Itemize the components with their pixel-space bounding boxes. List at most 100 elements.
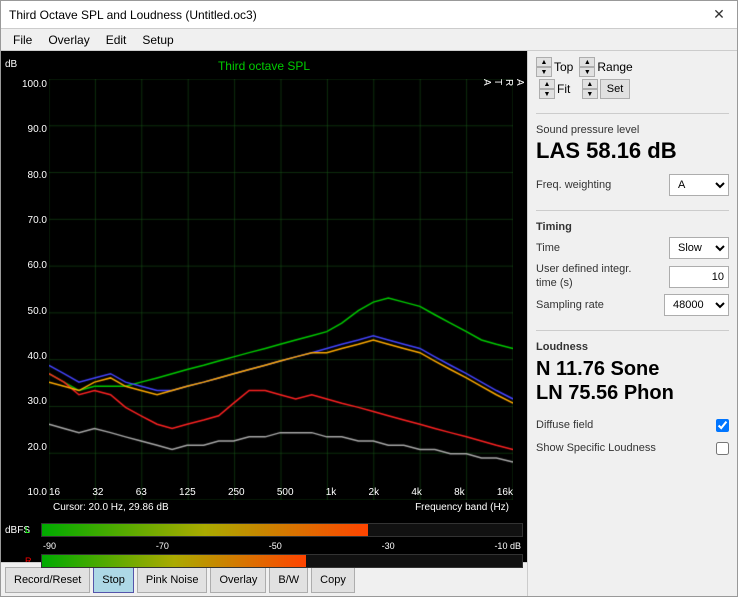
chart-canvas xyxy=(49,79,513,500)
main-content: Third octave SPL dB ARTA 100.0 90.0 80.0… xyxy=(1,51,737,596)
divider-2 xyxy=(536,210,729,211)
sampling-rate-row: Sampling rate 48000 xyxy=(536,294,729,316)
fit-down-button[interactable]: ▼ xyxy=(539,89,555,99)
timing-label: Timing xyxy=(536,221,729,233)
menu-setup[interactable]: Setup xyxy=(134,31,181,48)
arta-label: ARTA xyxy=(481,79,525,86)
show-specific-row: Show Specific Loudness xyxy=(536,442,729,455)
loudness-ln-value: LN 75.56 Phon xyxy=(536,381,729,405)
copy-button[interactable]: Copy xyxy=(311,567,355,593)
y-tick-30: 30.0 xyxy=(3,396,47,407)
x-tick-32: 32 xyxy=(92,487,103,498)
top-up-button[interactable]: ▲ xyxy=(536,57,552,67)
y-tick-10: 10.0 xyxy=(3,487,47,498)
cursor-text: Cursor: 20.0 Hz, 29.86 dB xyxy=(53,502,169,516)
show-specific-label: Show Specific Loudness xyxy=(536,442,656,454)
top-group: ▲ ▼ Top ▲ ▼ Fit xyxy=(536,57,573,99)
top-label: Top xyxy=(554,60,573,74)
x-tick-2k: 2k xyxy=(369,487,380,498)
user-integr-row: User defined integr. time (s) xyxy=(536,263,729,289)
cursor-bar: Cursor: 20.0 Hz, 29.86 dB Frequency band… xyxy=(1,500,527,518)
set-up-button[interactable]: ▲ xyxy=(582,79,598,89)
pink-noise-button[interactable]: Pink Noise xyxy=(137,567,208,593)
time-select[interactable]: Slow xyxy=(669,237,729,259)
diffuse-field-checkbox[interactable] xyxy=(716,419,729,432)
loudness-section: Loudness N 11.76 Sone LN 75.56 Phon xyxy=(536,341,729,411)
x-tick-500: 500 xyxy=(277,487,294,498)
level-meter: dBFS L -90 -70 -50 -30 -10 dB xyxy=(1,518,527,562)
y-tick-40: 40.0 xyxy=(3,351,47,362)
range-group: ▲ ▼ Range ▲ ▼ Set xyxy=(579,57,632,99)
x-tick-63: 63 xyxy=(136,487,147,498)
scale-L-10: -10 dB xyxy=(494,541,521,551)
x-tick-4k: 4k xyxy=(411,487,422,498)
set-button[interactable]: Set xyxy=(600,79,631,99)
menu-file[interactable]: File xyxy=(5,31,40,48)
fit-spinners: ▲ ▼ xyxy=(539,79,555,99)
set-down-button[interactable]: ▼ xyxy=(582,89,598,99)
spl-value: LAS 58.16 dB xyxy=(536,138,729,164)
loudness-label: Loudness xyxy=(536,341,729,353)
range-down-button[interactable]: ▼ xyxy=(579,67,595,77)
y-tick-60: 60.0 xyxy=(3,260,47,271)
range-up-button[interactable]: ▲ xyxy=(579,57,595,67)
timing-section: Timing Time Slow User defined integr. ti… xyxy=(536,221,729,319)
top-down-button[interactable]: ▼ xyxy=(536,67,552,77)
fit-up-button[interactable]: ▲ xyxy=(539,79,555,89)
user-integr-input[interactable] xyxy=(669,266,729,288)
time-row: Time Slow xyxy=(536,237,729,259)
menu-overlay[interactable]: Overlay xyxy=(40,31,97,48)
freq-band-label: Frequency band (Hz) xyxy=(415,502,509,516)
fit-label: Fit xyxy=(557,82,570,96)
y-tick-50: 50.0 xyxy=(3,306,47,317)
x-tick-250: 250 xyxy=(228,487,245,498)
close-button[interactable]: ✕ xyxy=(709,5,729,25)
stop-button[interactable]: Stop xyxy=(93,567,134,593)
chart-area: Third octave SPL dB ARTA 100.0 90.0 80.0… xyxy=(1,51,527,596)
y-tick-80: 80.0 xyxy=(3,170,47,181)
y-tick-90: 90.0 xyxy=(3,124,47,135)
scale-L-50: -50 xyxy=(269,541,282,551)
title-bar: Third Octave SPL and Loudness (Untitled.… xyxy=(1,1,737,29)
divider-3 xyxy=(536,330,729,331)
menu-edit[interactable]: Edit xyxy=(98,31,135,48)
spl-section: Sound pressure level LAS 58.16 dB xyxy=(536,124,729,164)
x-tick-8k: 8k xyxy=(454,487,465,498)
right-panel: ▲ ▼ Top ▲ ▼ Fit xyxy=(527,51,737,596)
y-tick-100: 100.0 xyxy=(3,79,47,90)
time-label: Time xyxy=(536,242,560,254)
L-channel-label: L xyxy=(25,525,41,535)
divider-1 xyxy=(536,113,729,114)
L-label: dBFS xyxy=(5,525,25,536)
x-tick-125: 125 xyxy=(179,487,196,498)
main-window: Third Octave SPL and Loudness (Untitled.… xyxy=(0,0,738,597)
scale-L-70: -70 xyxy=(156,541,169,551)
bw-button[interactable]: B/W xyxy=(269,567,308,593)
range-label: Range xyxy=(597,60,632,74)
top-range-controls: ▲ ▼ Top ▲ ▼ Fit xyxy=(536,57,729,99)
L-meter-bar xyxy=(41,523,523,537)
set-spinners: ▲ ▼ xyxy=(582,79,598,99)
R-meter-bar xyxy=(41,554,523,568)
x-tick-1k: 1k xyxy=(326,487,337,498)
y-axis: 100.0 90.0 80.0 70.0 60.0 50.0 40.0 30.0… xyxy=(1,79,49,500)
window-title: Third Octave SPL and Loudness (Untitled.… xyxy=(9,8,257,22)
scale-L-90: -90 xyxy=(43,541,56,551)
top-spinners: ▲ ▼ xyxy=(536,57,552,77)
freq-weighting-select[interactable]: A xyxy=(669,174,729,196)
user-integr-label: User defined integr. time (s) xyxy=(536,263,646,289)
y-tick-70: 70.0 xyxy=(3,215,47,226)
record-reset-button[interactable]: Record/Reset xyxy=(5,567,90,593)
freq-weighting-row: Freq. weighting A xyxy=(536,174,729,196)
diffuse-field-row: Diffuse field xyxy=(536,419,729,432)
chart-title: Third octave SPL xyxy=(1,59,527,73)
sampling-rate-select[interactable]: 48000 xyxy=(664,294,729,316)
show-specific-checkbox[interactable] xyxy=(716,442,729,455)
sampling-rate-label: Sampling rate xyxy=(536,299,604,311)
spl-section-label: Sound pressure level xyxy=(536,124,729,136)
x-tick-16k: 16k xyxy=(497,487,513,498)
x-axis: 16 32 63 125 250 500 1k 2k 4k 8k 16k xyxy=(49,487,513,498)
overlay-button[interactable]: Overlay xyxy=(210,567,266,593)
x-tick-16: 16 xyxy=(49,487,60,498)
level-meter-L-row: dBFS L xyxy=(5,520,523,540)
